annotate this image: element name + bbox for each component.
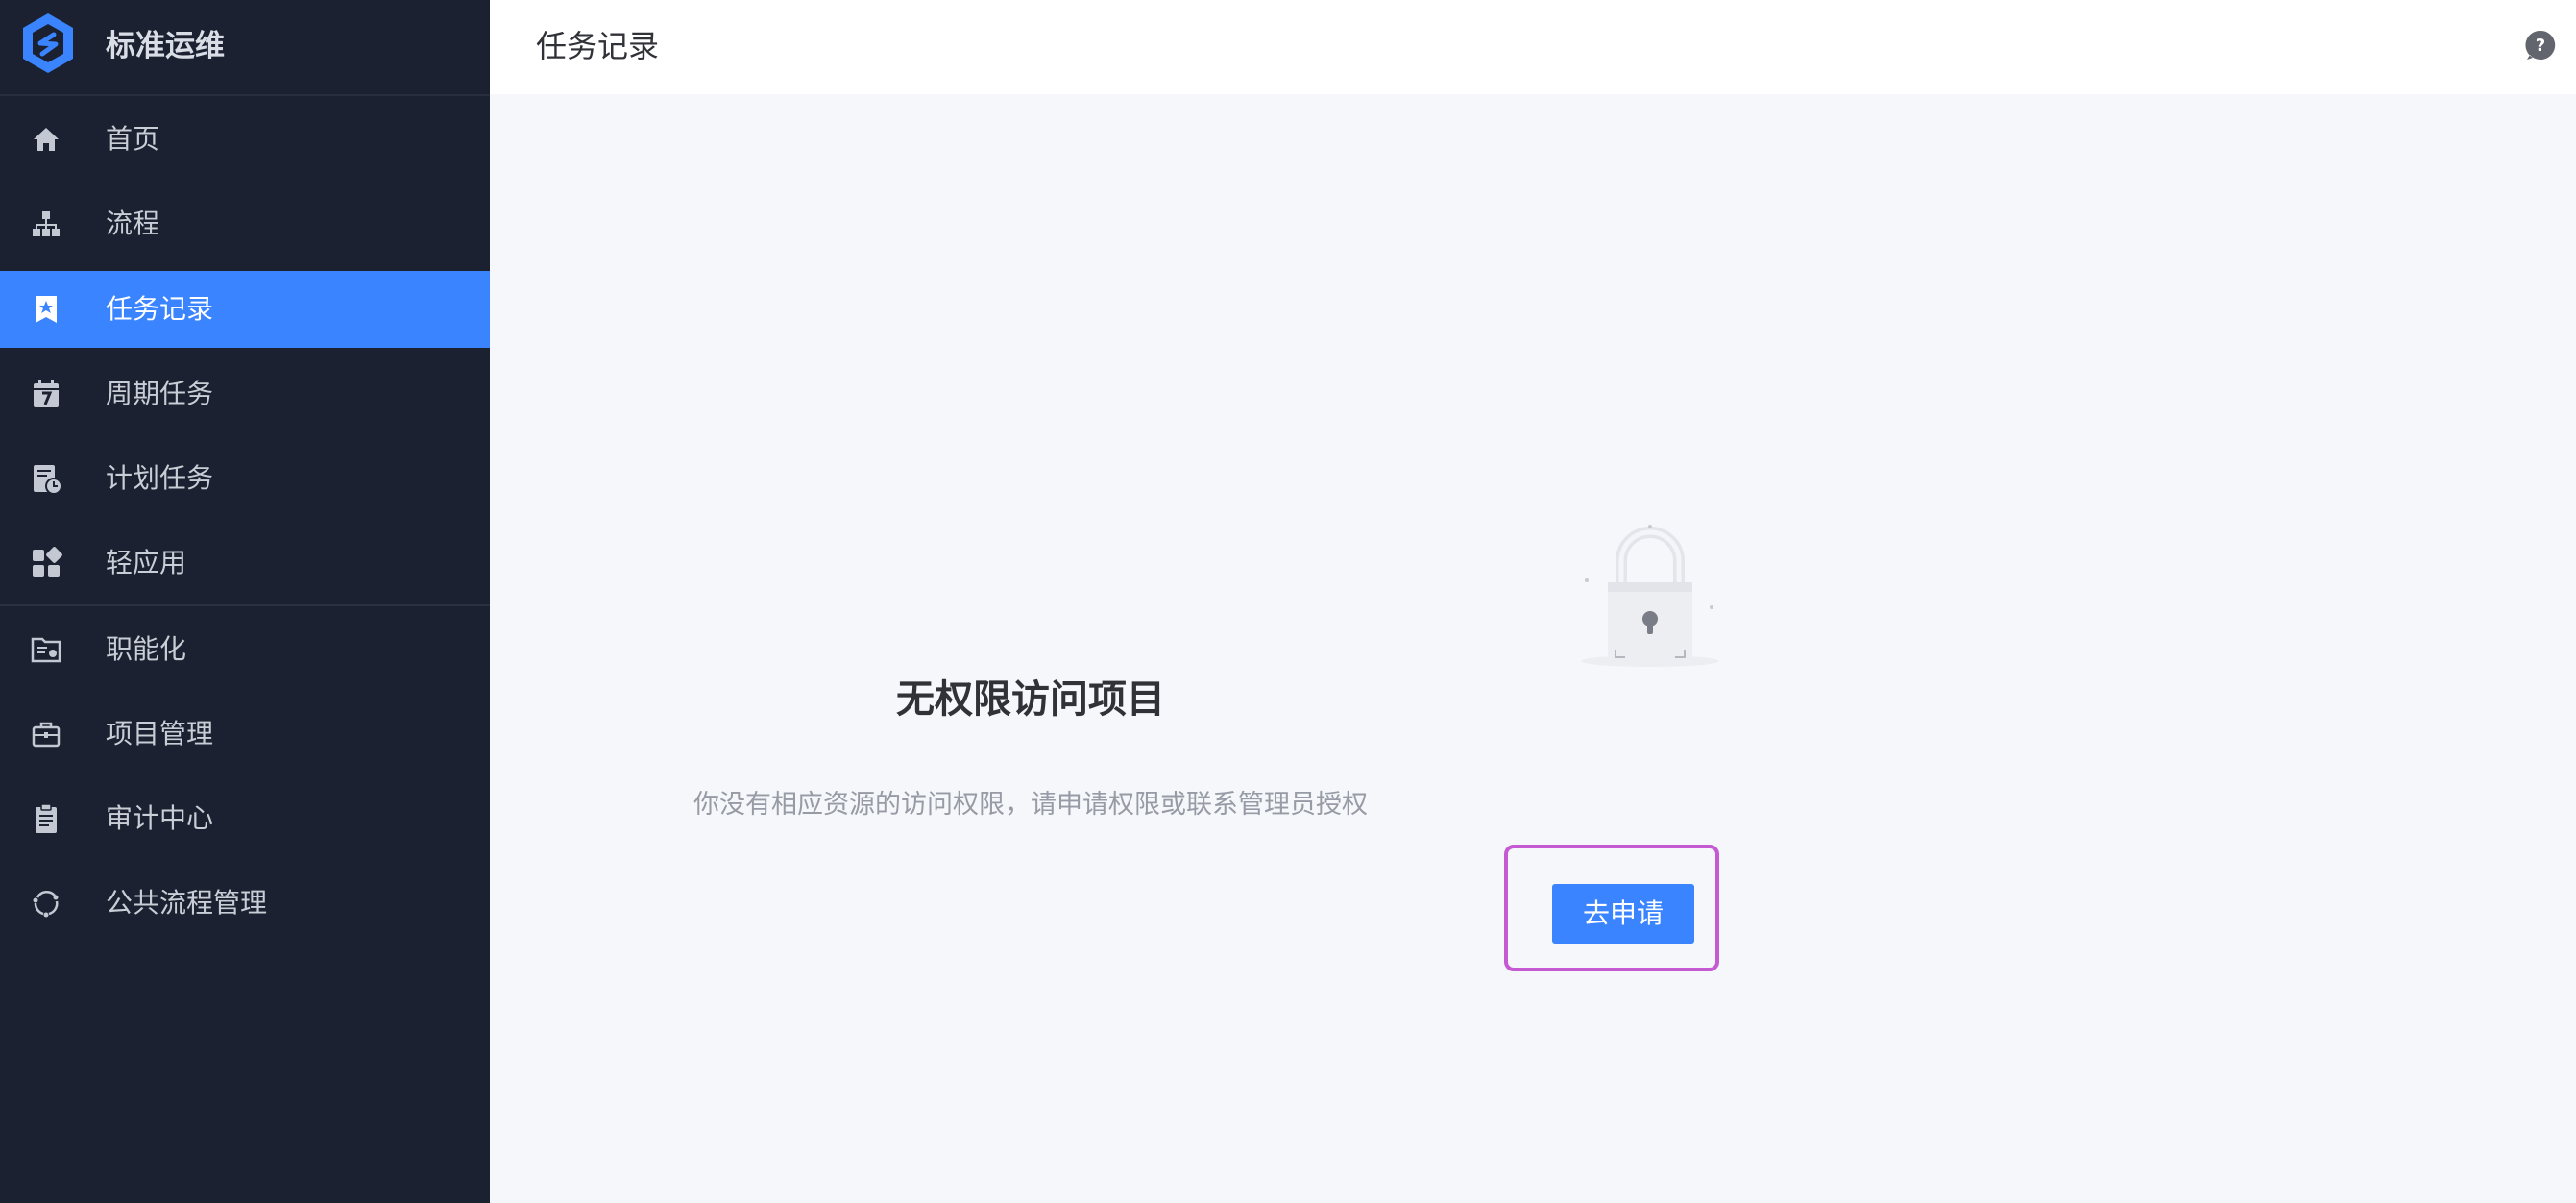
schedule-clock-icon	[34, 465, 62, 495]
sidebar-item-light-apps[interactable]: 轻应用	[0, 525, 490, 602]
sidebar-item-planned-tasks[interactable]: 计划任务	[0, 440, 490, 517]
sidebar-item-label: 计划任务	[106, 462, 214, 494]
sidebar-item-label: 周期任务	[106, 378, 214, 409]
sidebar-item-flow[interactable]: 流程	[0, 185, 490, 262]
sidebar-item-label: 首页	[106, 123, 160, 155]
apps-grid-icon	[33, 547, 62, 577]
page-header: 任务记录 ?	[490, 0, 2576, 94]
sidebar-item-label: 公共流程管理	[106, 887, 268, 919]
page-title: 任务记录	[536, 28, 660, 64]
empty-state-title: 无权限访问项目	[896, 677, 1165, 722]
sidebar-item-task-records[interactable]: 任务记录	[0, 271, 490, 348]
bookmark-star-icon	[36, 296, 57, 323]
main-content: 无权限访问项目 你没有相应资源的访问权限，请申请权限或联系管理员授权 去申请	[490, 94, 2576, 1203]
functional-folder-icon	[31, 637, 61, 663]
sidebar-item-label: 职能化	[106, 633, 187, 665]
sidebar: 标准运维 首页 流程 任务记录 周期任务 计划任务 轻应用 职能化 项目管理 审…	[0, 0, 490, 1203]
sidebar-item-label: 轻应用	[106, 547, 187, 578]
svg-text:?: ?	[2536, 36, 2545, 56]
app-root: 标准运维 首页 流程 任务记录 周期任务 计划任务 轻应用 职能化 项目管理 审…	[0, 0, 2576, 1203]
sidebar-item-home[interactable]: 首页	[0, 101, 490, 178]
brand[interactable]: 标准运维	[0, 0, 490, 96]
home-icon	[34, 128, 59, 151]
help-icon[interactable]: ?	[2524, 29, 2557, 61]
flow-tree-icon	[33, 211, 60, 236]
sidebar-item-label: 任务记录	[106, 293, 214, 325]
sidebar-divider	[0, 604, 490, 606]
standard-ops-logo-icon	[23, 13, 73, 73]
apply-permission-button[interactable]: 去申请	[1552, 884, 1694, 944]
empty-state-description: 你没有相应资源的访问权限，请申请权限或联系管理员授权	[693, 790, 1368, 820]
cycle-icon	[33, 891, 59, 918]
lock-icon	[1581, 525, 1719, 667]
sidebar-item-periodic-tasks[interactable]: 周期任务	[0, 356, 490, 432]
calendar-icon	[34, 380, 59, 407]
sidebar-item-public-flow-management[interactable]: 公共流程管理	[0, 865, 490, 942]
sidebar-item-label: 流程	[106, 208, 160, 239]
brand-title: 标准运维	[106, 29, 225, 63]
